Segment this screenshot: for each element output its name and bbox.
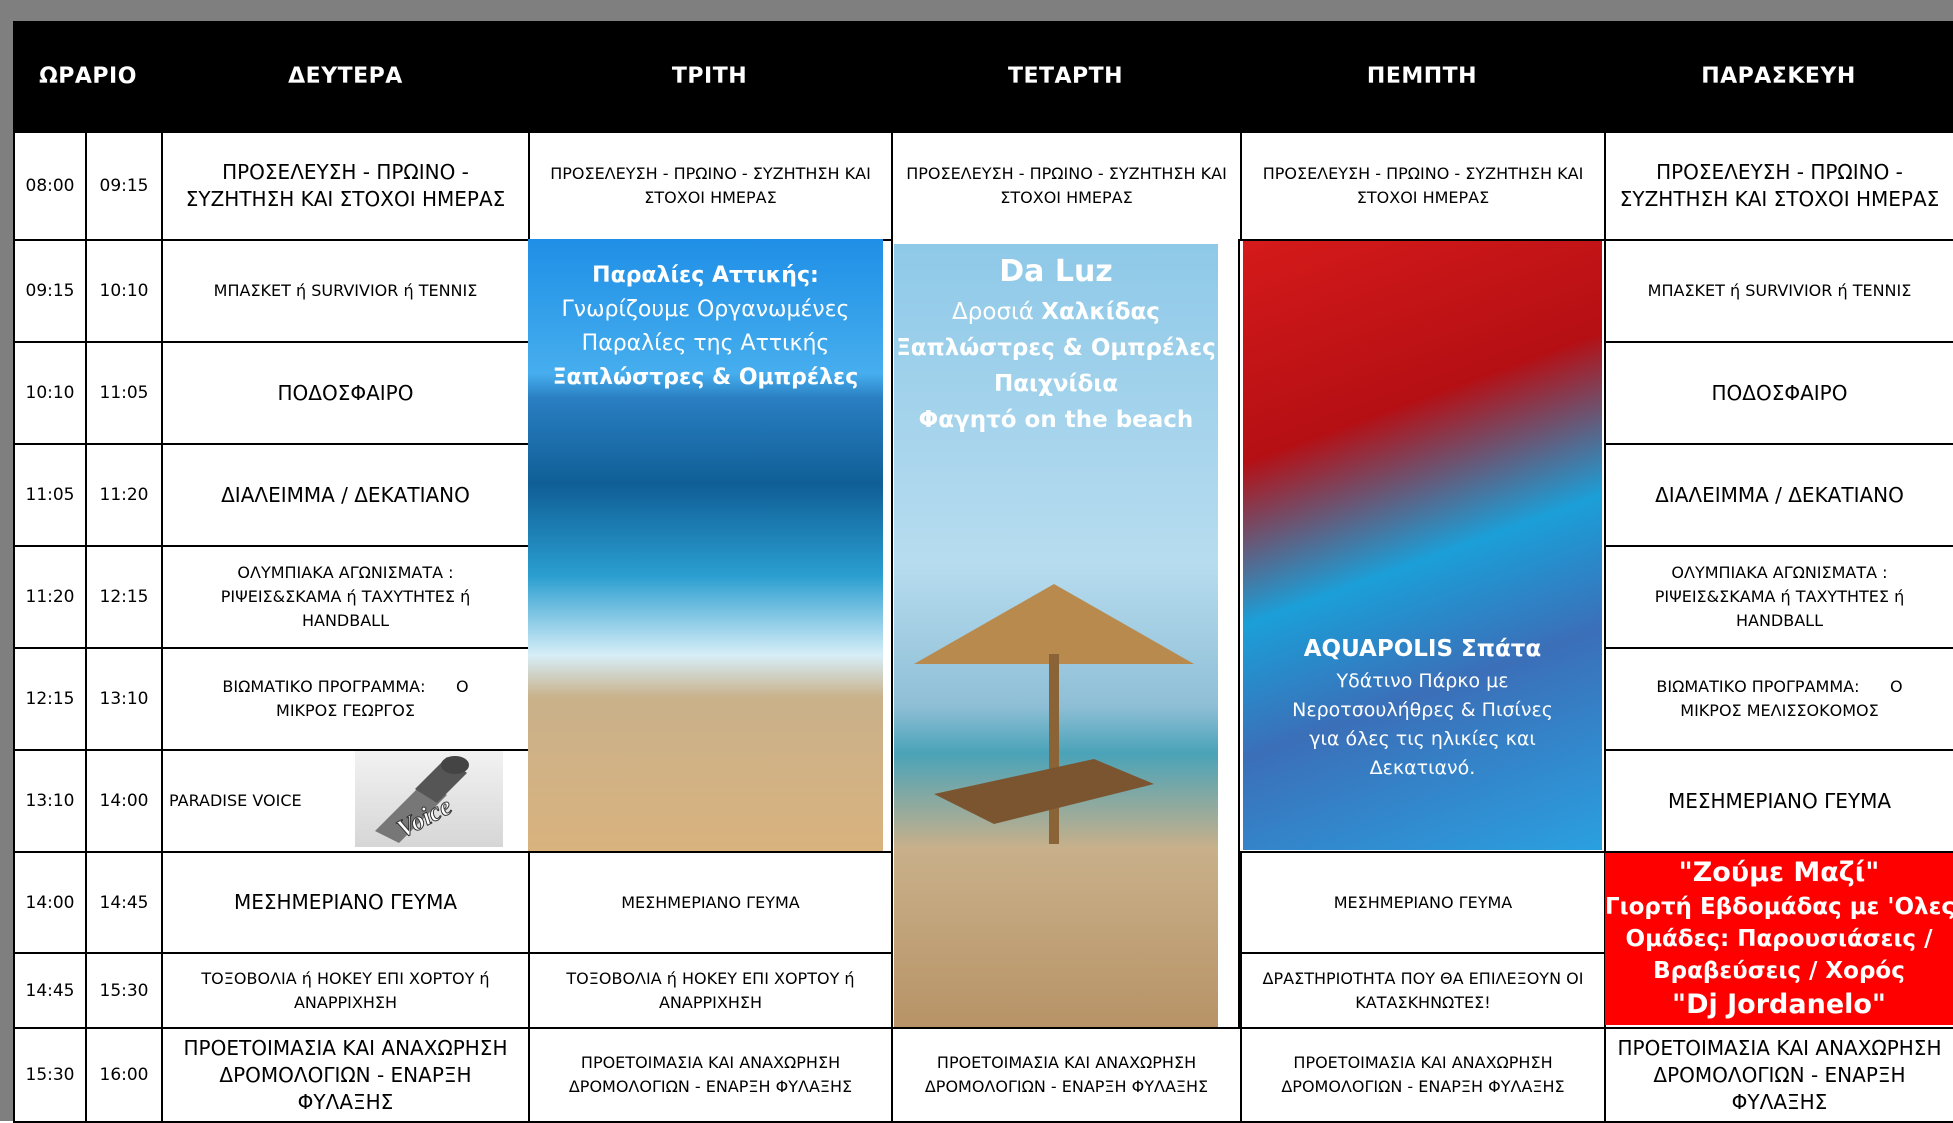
tuesday-activity: ΜΕΣΗΜΕΡΙΑΝΟ ΓΕΥΜΑ [528, 851, 893, 954]
header-friday: ΠΑΡΑΣΚΕΥΗ [1701, 63, 1856, 89]
monday-activity: ΜΠΑΣΚΕΤ ή SURVIVIOR ή ΤΕΝΝΙΣ [161, 239, 530, 343]
wednesday-excursion-panel: Da Luz Δροσιά Χαλκίδας Ξαπλώστρες & Ομπρ… [894, 244, 1218, 1040]
header-thursday: ΠΕΜΠΤΗ [1366, 63, 1478, 89]
tuesday-excursion-line1: Γνωρίζουμε Οργανωμένες [561, 297, 850, 322]
time-end: 10:10 [85, 239, 163, 343]
thursday-excursion-line4: Δεκατιανό. [1369, 757, 1476, 779]
friday-event-panel: "Ζούμε Μαζί" Γιορτή Εβδομάδας με 'Ολες τ… [1605, 853, 1953, 1025]
wednesday-excursion-line2: Ξαπλώστρες & Ομπρέλες [896, 335, 1216, 361]
friday-event-line2: Ομάδες: Παρουσιάσεις / [1625, 926, 1933, 952]
monday-activity: ΟΛΥΜΠΙΑΚΑ ΑΓΩΝΙΣΜΑΤΑ : ΡΙΨΕΙΣ&ΣΚΑΜΑ ή ΤΑ… [161, 545, 530, 649]
time-end: 13:10 [85, 647, 163, 751]
tuesday-excursion-panel: Παραλίες Αττικής: Γνωρίζουμε Οργανωμένες… [528, 239, 883, 851]
thursday-excursion-line2: Νεροτσουλήθρες & Πισίνες [1292, 699, 1553, 721]
header-time: ΩΡΑΡΙΟ [39, 63, 137, 89]
tuesday-activity: ΤΟΞΟΒΟΛΙΑ ή ΗΟΚΕΥ ΕΠΙ ΧΟΡΤΟΥ ή ΑΝΑΡΡΙΧΗΣ… [528, 952, 893, 1029]
tuesday-excursion-line3: Ξαπλώστρες & Ομπρέλες [552, 365, 859, 390]
thursday-activity: ΜΕΣΗΜΕΡΙΑΝΟ ΓΕΥΜΑ [1240, 851, 1606, 954]
friday-activity: ΟΛΥΜΠΙΑΚΑ ΑΓΩΝΙΣΜΑΤΑ : ΡΙΨΕΙΣ&ΣΚΑΜΑ ή ΤΑ… [1604, 545, 1953, 649]
thursday-activity: ΠΡΟΣΕΛΕΥΣΗ - ΠΡΩΙΝΟ - ΣΥΖΗΤΗΣΗ ΚΑΙ ΣΤΟΧΟ… [1240, 131, 1606, 241]
top-frame-bar [0, 0, 1953, 21]
friday-activity: ΔΙΑΛΕΙΜΜΑ / ΔΕΚΑΤΙΑΝΟ [1604, 443, 1953, 547]
monday-activity: ΠΟΔΟΣΦΑΙΡΟ [161, 341, 530, 445]
wednesday-excursion-line1: Δροσιά Χαλκίδας [952, 299, 1160, 325]
tuesday-excursion-line2: Παραλίες της Αττικής [581, 331, 830, 356]
time-end: 11:20 [85, 443, 163, 547]
tuesday-activity: ΠΡΟΣΕΛΕΥΣΗ - ΠΡΩΙΝΟ - ΣΥΖΗΤΗΣΗ ΚΑΙ ΣΤΟΧΟ… [528, 131, 893, 241]
wednesday-activity: ΠΡΟΕΤΟΙΜΑΣΙΑ ΚΑΙ ΑΝΑΧΩΡΗΣΗ ΔΡΟΜΟΛΟΓΙΩΝ -… [891, 1027, 1242, 1123]
thursday-activity: ΔΡΑΣΤΗΡΙΟΤΗΤΑ ΠΟΥ ΘΑ ΕΠΙΛΕΞΟΥΝ ΟΙ ΚΑΤΑΣΚ… [1240, 952, 1606, 1029]
friday-activity: ΒΙΩΜΑΤΙΚΟ ΠΡΟΓΡΑΜΜΑ: Ο ΜΙΚΡΟΣ ΜΕΛΙΣΣΟΚΟΜ… [1604, 647, 1953, 751]
wednesday-activity: ΠΡΟΣΕΛΕΥΣΗ - ΠΡΩΙΝΟ - ΣΥΖΗΤΗΣΗ ΚΑΙ ΣΤΟΧΟ… [891, 131, 1242, 241]
time-end: 09:15 [85, 131, 163, 241]
header-wednesday: ΤΕΤΑΡΤΗ [1007, 63, 1124, 89]
header-monday: ΔΕΥΤΕΡΑ [288, 63, 403, 89]
friday-event-line3: Βραβεύσεις / Χορός [1653, 958, 1905, 984]
wednesday-excursion-line4: Φαγητό on the beach [918, 407, 1194, 433]
time-start: 14:45 [13, 952, 87, 1029]
monday-activity: ΒΙΩΜΑΤΙΚΟ ΠΡΟΓΡΑΜΜΑ: Ο ΜΙΚΡΟΣ ΓΕΩΡΓΟΣ [161, 647, 530, 751]
friday-activity: ΜΠΑΣΚΕΤ ή SURVIVIOR ή ΤΕΝΝΙΣ [1604, 239, 1953, 343]
time-start: 09:15 [13, 239, 87, 343]
time-end: 12:15 [85, 545, 163, 649]
voice-logo-icon: Voice [355, 751, 503, 847]
monday-activity: ΜΕΣΗΜΕΡΙΑΝΟ ΓΕΥΜΑ [161, 851, 530, 954]
time-start: 11:05 [13, 443, 87, 547]
header-tuesday: ΤΡΙΤΗ [671, 63, 748, 89]
time-start: 15:30 [13, 1027, 87, 1123]
wednesday-excursion-title: Da Luz [999, 254, 1113, 289]
thursday-excursion-line1: Υδάτινο Πάρκο με [1336, 670, 1509, 692]
wednesday-excursion-line3: Παιχνίδια [993, 371, 1119, 397]
friday-event-line1: Γιορτή Εβδομάδας με 'Ολες τις [1605, 894, 1953, 920]
monday-activity: ΠΡΟΕΤΟΙΜΑΣΙΑ ΚΑΙ ΑΝΑΧΩΡΗΣΗ ΔΡΟΜΟΛΟΓΙΩΝ -… [161, 1027, 530, 1123]
tuesday-excursion-title: Παραλίες Αττικής: [592, 263, 819, 288]
tuesday-activity: ΠΡΟΕΤΟΙΜΑΣΙΑ ΚΑΙ ΑΝΑΧΩΡΗΣΗ ΔΡΟΜΟΛΟΓΙΩΝ -… [528, 1027, 893, 1123]
left-frame-bar [0, 21, 13, 1121]
time-end: 16:00 [85, 1027, 163, 1123]
friday-activity: ΜΕΣΗΜΕΡΙΑΝΟ ΓΕΥΜΑ [1604, 749, 1953, 853]
thursday-excursion-title: AQUAPOLIS Σπάτα [1303, 636, 1542, 662]
time-end: 14:00 [85, 749, 163, 853]
time-start: 08:00 [13, 131, 87, 241]
time-start: 13:10 [13, 749, 87, 853]
monday-activity: ΠΡΟΣΕΛΕΥΣΗ - ΠΡΩΙΝΟ - ΣΥΖΗΤΗΣΗ ΚΑΙ ΣΤΟΧΟ… [161, 131, 530, 241]
time-start: 11:20 [13, 545, 87, 649]
time-end: 14:45 [85, 851, 163, 954]
time-start: 10:10 [13, 341, 87, 445]
thursday-excursion-line3: για όλες τις ηλικίες και [1309, 728, 1536, 750]
monday-activity: ΔΙΑΛΕΙΜΜΑ / ΔΕΚΑΤΙΑΝΟ [161, 443, 530, 547]
thursday-activity: ΠΡΟΕΤΟΙΜΑΣΙΑ ΚΑΙ ΑΝΑΧΩΡΗΣΗ ΔΡΟΜΟΛΟΓΙΩΝ -… [1240, 1027, 1606, 1123]
friday-activity: ΠΡΟΕΤΟΙΜΑΣΙΑ ΚΑΙ ΑΝΑΧΩΡΗΣΗ ΔΡΟΜΟΛΟΓΙΩΝ -… [1604, 1027, 1953, 1123]
monday-activity: ΤΟΞΟΒΟΛΙΑ ή ΗΟΚΕΥ ΕΠΙ ΧΟΡΤΟΥ ή ΑΝΑΡΡΙΧΗΣ… [161, 952, 530, 1029]
friday-event-line4: "Dj Jordanelo" [1672, 989, 1886, 1020]
friday-event-title: "Ζούμε Μαζί" [1678, 857, 1880, 888]
time-end: 11:05 [85, 341, 163, 445]
friday-activity: ΠΡΟΣΕΛΕΥΣΗ - ΠΡΩΙΝΟ - ΣΥΖΗΤΗΣΗ ΚΑΙ ΣΤΟΧΟ… [1604, 131, 1953, 241]
time-start: 12:15 [13, 647, 87, 751]
friday-activity: ΠΟΔΟΣΦΑΙΡΟ [1604, 341, 1953, 445]
beach-umbrella-icon [914, 584, 1194, 844]
time-start: 14:00 [13, 851, 87, 954]
thursday-excursion-panel: AQUAPOLIS Σπάτα Υδάτινο Πάρκο με Νεροτσο… [1243, 241, 1602, 850]
time-end: 15:30 [85, 952, 163, 1029]
